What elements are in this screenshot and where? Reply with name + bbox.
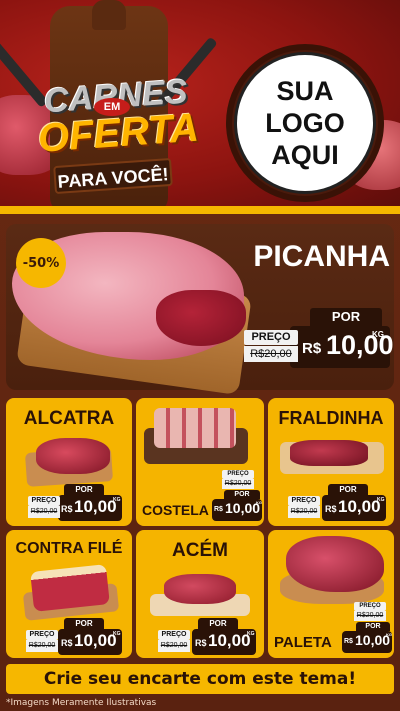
new-price: 10,00 xyxy=(74,631,117,650)
old-price: R$20,00 xyxy=(26,640,58,652)
cta-banner[interactable]: Crie seu encarte com este tema! xyxy=(6,664,394,694)
meat-image xyxy=(156,290,246,346)
product-card-alcatra[interactable]: ALCATRA POR PREÇO R$20,00 R$ 10,00 KG xyxy=(6,398,132,526)
new-price: 10,00 xyxy=(74,497,117,516)
currency: R$ xyxy=(302,340,322,357)
logo-placeholder[interactable]: SUA LOGO AQUI xyxy=(234,52,376,194)
product-name: ACÉM xyxy=(172,540,228,561)
unit-label: KG xyxy=(377,497,385,503)
disclaimer-note: *Imagens Meramente Ilustrativas xyxy=(6,698,157,708)
hero-product-card[interactable]: -50% PICANHA POR PREÇO R$20,00 R$ 10,00 … xyxy=(6,224,394,396)
unit-label: KG xyxy=(113,631,121,637)
por-label: POR xyxy=(224,490,260,499)
currency: R$ xyxy=(195,638,207,648)
currency: R$ xyxy=(325,504,337,514)
price-tag: POR PREÇO R$20,00 R$ 10,00 KG xyxy=(158,618,260,656)
divider xyxy=(0,206,400,214)
new-price: 10,00 xyxy=(338,497,381,516)
preco-label: PREÇO xyxy=(28,496,60,506)
cta-text: Crie seu encarte com este tema! xyxy=(43,669,357,689)
old-price: R$20,00 xyxy=(244,346,298,362)
por-label: POR xyxy=(198,618,238,629)
currency: R$ xyxy=(214,506,223,513)
new-price: 10,00 xyxy=(225,500,261,516)
costela-image xyxy=(154,408,236,448)
preco-label: PREÇO xyxy=(158,630,190,640)
logo-text: SUA xyxy=(276,76,334,106)
currency: R$ xyxy=(344,638,353,645)
price-tag: POR PREÇO R$20,00 R$ 10,00 KG xyxy=(28,484,126,522)
price-tag: PREÇO R$20,00 POR R$ 10,00 KG xyxy=(342,602,392,656)
product-card-acem[interactable]: ACÉM POR PREÇO R$20,00 R$ 10,00 KG xyxy=(136,530,264,658)
price-tag: PREÇO R$20,00 POR R$ 10,00 KG xyxy=(212,470,262,522)
preco-label: PREÇO xyxy=(26,630,58,640)
por-label: POR xyxy=(328,484,368,495)
product-name: COSTELA xyxy=(142,502,209,518)
board-handle xyxy=(92,0,126,30)
product-name: PICANHA xyxy=(253,240,390,273)
discount-badge: -50% xyxy=(16,238,66,288)
fraldinha-image xyxy=(290,440,368,466)
por-label: POR xyxy=(64,618,104,629)
old-price: R$20,00 xyxy=(288,506,320,518)
old-price: R$20,00 xyxy=(222,479,254,489)
product-card-costela[interactable]: COSTELA PREÇO R$20,00 POR R$ 10,00 KG xyxy=(136,398,264,526)
preco-label: PREÇO xyxy=(354,602,386,611)
old-price: R$20,00 xyxy=(28,506,60,518)
acem-image xyxy=(164,574,236,604)
title-em-badge: EM xyxy=(94,98,130,116)
price-tag: POR PREÇO R$20,00 R$ 10,00 KG xyxy=(26,618,126,656)
product-name: PALETA xyxy=(274,634,332,651)
contra-file-image xyxy=(30,564,110,612)
preco-label: PREÇO xyxy=(244,330,298,345)
unit-label: KG xyxy=(247,631,255,637)
currency: R$ xyxy=(61,638,73,648)
por-label: POR xyxy=(356,622,390,631)
product-card-fraldinha[interactable]: FRALDINHA POR PREÇO R$20,00 R$ 10,00 KG xyxy=(268,398,394,526)
product-name: FRALDINHA xyxy=(278,408,384,428)
price-tag: POR PREÇO R$20,00 R$ 10,00 KG xyxy=(238,308,394,370)
currency: R$ xyxy=(61,504,73,514)
product-name: ALCATRA xyxy=(23,408,115,429)
por-label: POR xyxy=(64,484,104,495)
preco-label: PREÇO xyxy=(222,470,254,479)
unit-label: KG xyxy=(372,330,384,339)
paleta-image xyxy=(286,536,384,592)
old-price: R$20,00 xyxy=(158,640,190,652)
preco-label: PREÇO xyxy=(288,496,320,506)
product-card-contra-file[interactable]: CONTRA FILÉ POR PREÇO R$20,00 R$ 10,00 K… xyxy=(6,530,132,658)
old-price: R$20,00 xyxy=(354,611,386,621)
alcatra-image xyxy=(36,438,110,474)
logo-text: LOGO xyxy=(265,108,345,138)
new-price: 10,00 xyxy=(208,631,251,650)
product-name: CONTRA FILÉ xyxy=(15,540,123,557)
logo-text: AQUI xyxy=(271,140,339,170)
header-banner: CARNES OFERTA EM PARA VOCÊ! SUA LOGO AQU… xyxy=(0,0,400,210)
new-price: 10,00 xyxy=(355,632,391,648)
unit-label: KG xyxy=(113,497,121,503)
price-tag: POR PREÇO R$20,00 R$ 10,00 KG xyxy=(286,484,390,522)
unit-label: KG xyxy=(386,632,392,637)
product-card-paleta[interactable]: PALETA PREÇO R$20,00 POR R$ 10,00 KG xyxy=(268,530,394,658)
por-label: POR xyxy=(310,308,382,326)
unit-label: KG xyxy=(256,500,262,505)
